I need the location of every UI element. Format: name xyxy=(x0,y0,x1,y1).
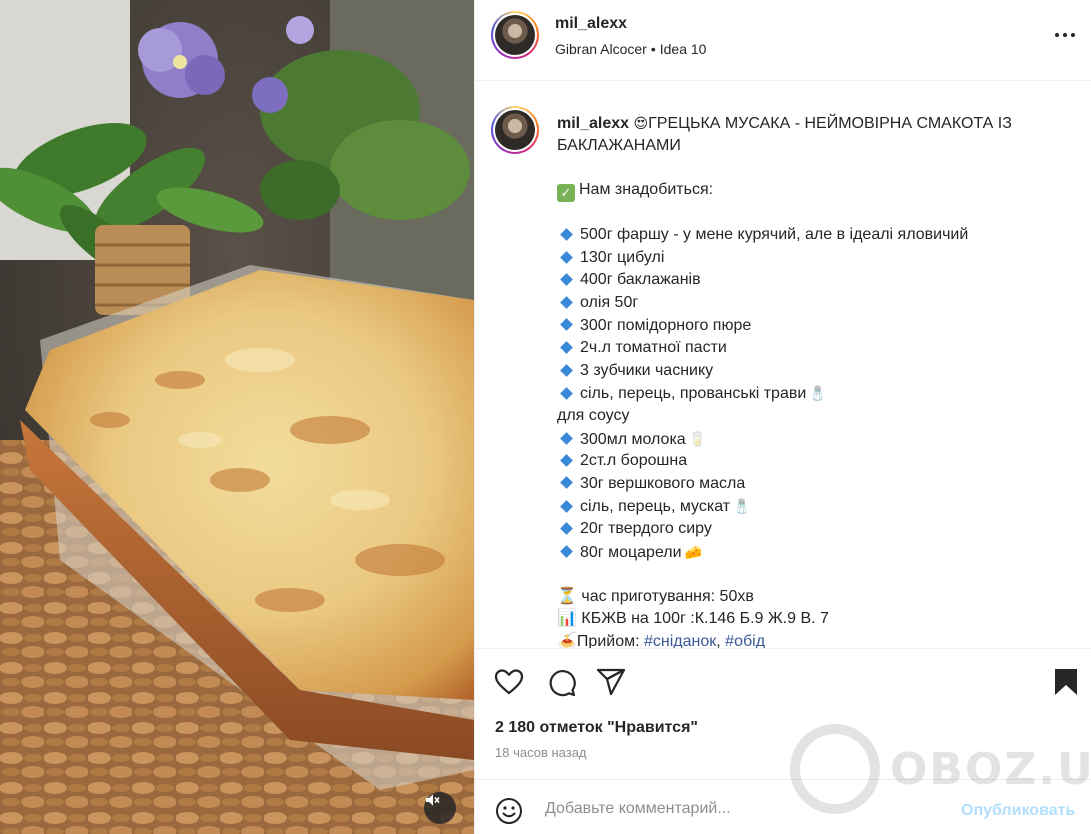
diamond-bullet-icon xyxy=(560,545,573,559)
muted-speaker-icon xyxy=(426,794,440,806)
diamond-bullet-icon xyxy=(560,476,573,490)
caption-avatar[interactable] xyxy=(491,106,539,154)
list-item: 2ст.л борошна xyxy=(557,450,1077,473)
diamond-bullet-icon xyxy=(560,521,573,535)
audio-info: Gibran Alcocer • Idea 10 xyxy=(555,41,706,57)
list-item: 130г цибулі xyxy=(557,247,1077,270)
hashtag-link[interactable]: #сніданок xyxy=(644,633,716,648)
list-item: сіль, перець, прованські трави 🧂 xyxy=(557,382,1077,405)
audio-artist-link[interactable]: Gibran Alcocer xyxy=(555,41,647,57)
diamond-bullet-icon xyxy=(560,228,573,241)
diamond-bullet-icon xyxy=(560,454,573,467)
list-item: 2ч.л томатної пасти xyxy=(557,337,1077,360)
post-header: mil_alexx Gibran Alcocer • Idea 10 xyxy=(475,0,1091,81)
caption-area: mil_alexx 😍ГРЕЦЬКА МУСАКА - НЕЙМОВІРНА С… xyxy=(475,82,1091,648)
diamond-bullet-icon xyxy=(560,250,573,264)
diamond-bullet-icon xyxy=(560,363,573,377)
diamond-bullet-icon xyxy=(560,500,573,513)
list-item: сіль, перець, мускат 🧂 xyxy=(557,495,1077,518)
diamond-bullet-icon xyxy=(560,273,573,287)
meal-emoji: 🍝 xyxy=(557,632,577,648)
actions-section: 2 180 отметок "Нравится" 18 часов назад … xyxy=(475,648,1091,834)
publish-button[interactable]: Опубликовать xyxy=(961,802,1075,820)
diamond-bullet-icon xyxy=(560,295,573,309)
mute-button[interactable] xyxy=(424,792,456,824)
list-item: 300г помідорного пюре xyxy=(557,315,1077,338)
bar-chart-emoji: 📊 xyxy=(557,610,577,628)
caption-body: ✓ Нам знадобиться: 500г фаршу - у мене ку… xyxy=(557,179,1077,648)
list-item: 20г твердого сиру xyxy=(557,518,1077,541)
hourglass-emoji: ⏳ xyxy=(557,587,577,605)
separator-dot: • xyxy=(650,41,656,57)
meal-line: 🍝Прийом: #сніданок, #обід xyxy=(557,632,766,648)
comment-form: Опубликовать xyxy=(475,779,1091,834)
emoji-icon[interactable] xyxy=(495,797,523,825)
heart-icon[interactable] xyxy=(493,666,525,698)
hashtag-link[interactable]: #обід xyxy=(725,633,765,648)
list-item: 80г моцарели 🧀 xyxy=(557,541,1077,564)
salt-emoji: 🧂 xyxy=(809,385,827,402)
audio-track-link[interactable]: Idea 10 xyxy=(660,41,707,57)
diamond-bullet-icon xyxy=(560,318,573,332)
salt-emoji: 🧂 xyxy=(733,498,751,515)
heart-eyes-emoji: 😍 xyxy=(633,115,649,131)
need-heading: ✓ Нам знадобиться: xyxy=(557,179,1077,202)
diamond-bullet-icon xyxy=(560,432,573,446)
list-item: 400г баклажанів xyxy=(557,269,1077,292)
bookmark-icon[interactable] xyxy=(1050,666,1082,698)
timestamp[interactable]: 18 часов назад xyxy=(495,745,587,760)
avatar[interactable] xyxy=(491,11,539,59)
milk-emoji: 🥛 xyxy=(688,430,707,447)
comment-icon[interactable] xyxy=(545,666,577,698)
cook-time: ⏳ час приготування: 50хв xyxy=(557,587,754,605)
diamond-bullet-icon xyxy=(560,387,573,400)
sauce-heading: для соусу xyxy=(557,406,630,424)
caption-username-link[interactable]: mil_alexx xyxy=(557,115,629,132)
caption-title: mil_alexx 😍ГРЕЦЬКА МУСАКА - НЕЙМОВІРНА С… xyxy=(557,112,1057,157)
comment-input[interactable] xyxy=(545,800,925,818)
diamond-bullet-icon xyxy=(560,341,573,354)
cheese-emoji: 🧀 xyxy=(684,543,703,560)
more-options-icon[interactable] xyxy=(1051,25,1079,45)
list-item: олія 50г xyxy=(557,292,1077,315)
likes-count[interactable]: 2 180 отметок "Нравится" xyxy=(495,719,698,737)
list-item: 3 зубчики часнику xyxy=(557,360,1077,383)
check-mark-icon: ✓ xyxy=(557,184,575,202)
username-link[interactable]: mil_alexx xyxy=(555,15,627,33)
post-details-panel: mil_alexx Gibran Alcocer • Idea 10 mil_ale… xyxy=(474,0,1091,834)
post-media[interactable] xyxy=(0,0,474,834)
list-item: 300мл молока 🥛 xyxy=(557,428,1077,451)
moussaka-photo xyxy=(0,0,474,834)
nutrition: 📊 КБЖВ на 100г :К.146 Б.9 Ж.9 В. 7 xyxy=(557,610,829,628)
list-item: 500г фаршу - у мене курячий, але в ідеал… xyxy=(557,224,1077,247)
list-item: 30г вершкового масла xyxy=(557,473,1077,496)
share-icon[interactable] xyxy=(595,666,627,698)
